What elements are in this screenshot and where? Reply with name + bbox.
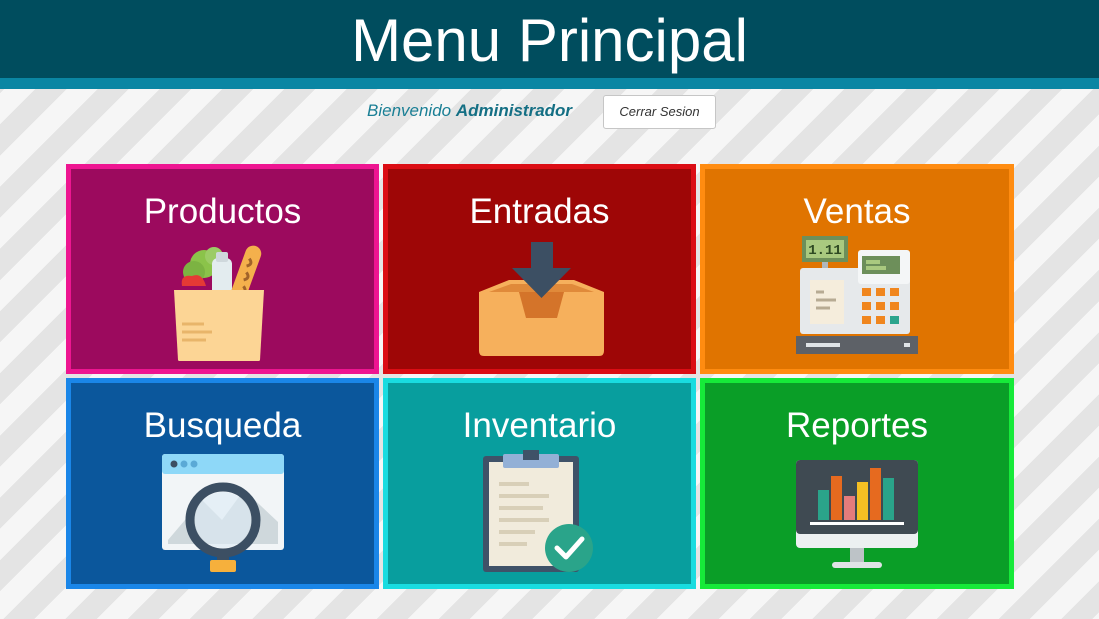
- inbox-tray-icon: [479, 242, 604, 356]
- grocery-bag-icon: [174, 245, 264, 361]
- menu-tile-busqueda[interactable]: Busqueda: [66, 378, 379, 589]
- page-title: Menu Principal: [351, 7, 748, 74]
- cash-register-icon: 1.11: [796, 236, 918, 354]
- menu-tile-ventas[interactable]: Ventas 1.11: [700, 164, 1014, 374]
- page-header: Menu Principal: [0, 0, 1099, 89]
- menu-tile-inventario[interactable]: Inventario: [383, 378, 696, 589]
- tile-label-ventas: Ventas: [803, 192, 911, 231]
- tile-label-productos: Productos: [143, 192, 302, 231]
- username: Administrador: [455, 101, 573, 120]
- welcome-text: Bienvenido: [367, 101, 452, 120]
- logout-button[interactable]: Cerrar Sesion: [603, 95, 716, 129]
- main-menu-grid: Productos Entradas Ventas 1.11 Busqueda …: [66, 164, 1014, 589]
- tile-label-reportes: Reportes: [785, 406, 929, 445]
- welcome-message: Bienvenido Administrador: [367, 101, 572, 121]
- magnifier-window-icon: [162, 454, 284, 572]
- menu-tile-reportes[interactable]: Reportes: [700, 378, 1014, 589]
- tile-label-inventario: Inventario: [462, 406, 617, 445]
- register-display: 1.11: [808, 243, 842, 259]
- tile-label-entradas: Entradas: [469, 192, 610, 231]
- clipboard-check-icon: [483, 450, 593, 572]
- bar-chart-monitor-icon: [796, 460, 918, 568]
- menu-tile-productos[interactable]: Productos: [66, 164, 379, 374]
- menu-tile-entradas[interactable]: Entradas: [383, 164, 696, 374]
- tile-label-busqueda: Busqueda: [143, 406, 302, 445]
